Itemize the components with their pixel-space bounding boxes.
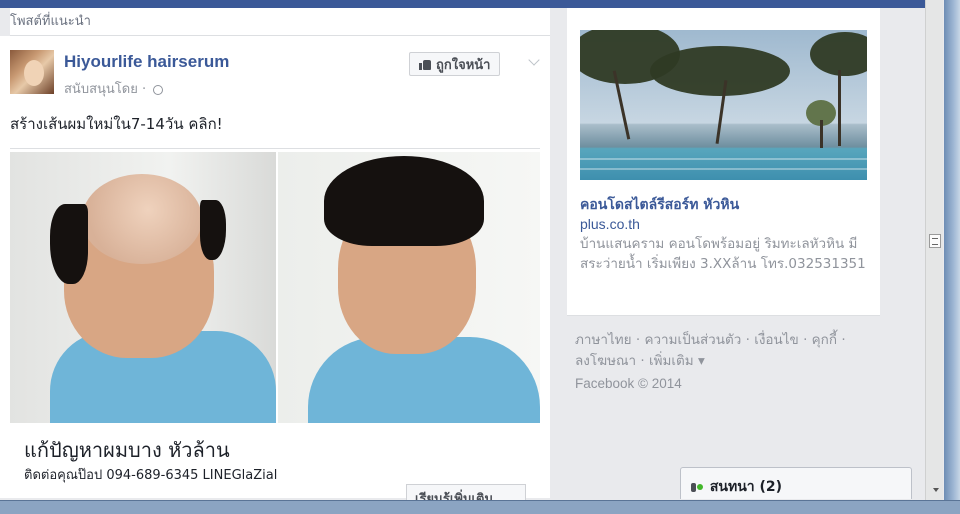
learn-more-button[interactable]: เรียนรู้เพิ่มเติม (406, 484, 526, 500)
post-text: สร้างเส้นผมใหม่ใน7-14วัน คลิก! (10, 115, 223, 133)
chat-person-icon (691, 482, 696, 492)
scroll-down-arrow-icon[interactable] (933, 488, 939, 492)
sidebar-ad-title[interactable]: คอนโดสไตล์รีสอร์ท หัวหิน (580, 194, 739, 216)
suggested-posts-label: โพสต์ที่แนะนำ (10, 8, 550, 36)
thumbs-up-icon (419, 59, 431, 70)
footer-link-advertising[interactable]: ลงโฆษณา (575, 353, 636, 369)
sidebar-ad-body: บ้านแสนคราม คอนโดพร้อมอยู่ ริมทะเลหัวหิน… (580, 236, 866, 272)
like-page-button[interactable]: ถูกใจหน้า (409, 52, 501, 76)
sidebar-ad-domain: plus.co.th (580, 216, 640, 232)
page-name-link[interactable]: Hiyourlife hairserum (64, 52, 229, 72)
footer-link-terms[interactable]: เงื่อนไข (754, 332, 799, 348)
sponsored-post: Hiyourlife hairserum สนับสนุนโดย · ถูกใจ… (0, 36, 550, 500)
like-page-label: ถูกใจหน้า (436, 57, 491, 73)
window-frame (944, 0, 960, 514)
footer-link-cookies[interactable]: คุกกี้ (812, 332, 837, 348)
sidebar-ad[interactable]: คอนโดสไตล์รีสอร์ท หัวหิน plus.co.th บ้าน… (567, 8, 880, 316)
before-photo (10, 152, 276, 423)
chevron-down-icon[interactable] (528, 54, 540, 66)
facebook-top-bar (0, 0, 930, 8)
taskbar-strip (0, 500, 960, 514)
scrollbar-thumb[interactable] (929, 234, 941, 248)
after-photo (278, 152, 540, 423)
vertical-scrollbar[interactable] (925, 0, 943, 500)
page-avatar[interactable] (10, 50, 54, 94)
ad-headline[interactable]: แก้ปัญหาผมบาง หัวล้าน (24, 434, 230, 466)
chat-bar[interactable]: สนทนา (2) (680, 467, 912, 499)
resort-image[interactable] (580, 30, 867, 180)
footer-link-more[interactable]: เพิ่มเติม ▾ (649, 353, 705, 369)
copyright: Facebook © 2014 (575, 376, 682, 391)
chat-label: สนทนา (2) (709, 479, 783, 495)
ad-image[interactable] (10, 148, 540, 423)
footer-link-privacy[interactable]: ความเป็นส่วนตัว (644, 332, 741, 348)
sponsored-label: สนับสนุนโดย · (64, 78, 164, 99)
globe-icon (153, 84, 164, 95)
chat-online-icon (697, 484, 703, 490)
ad-description: ติดต่อคุณป๊อป 094-689-6345 LINEGlaZial (24, 468, 278, 483)
footer-links: ภาษาไทย · ความเป็นส่วนตัว · เงื่อนไข · ค… (575, 332, 846, 369)
sponsored-text: สนับสนุนโดย · (64, 82, 147, 97)
footer-link-language[interactable]: ภาษาไทย (575, 332, 632, 348)
